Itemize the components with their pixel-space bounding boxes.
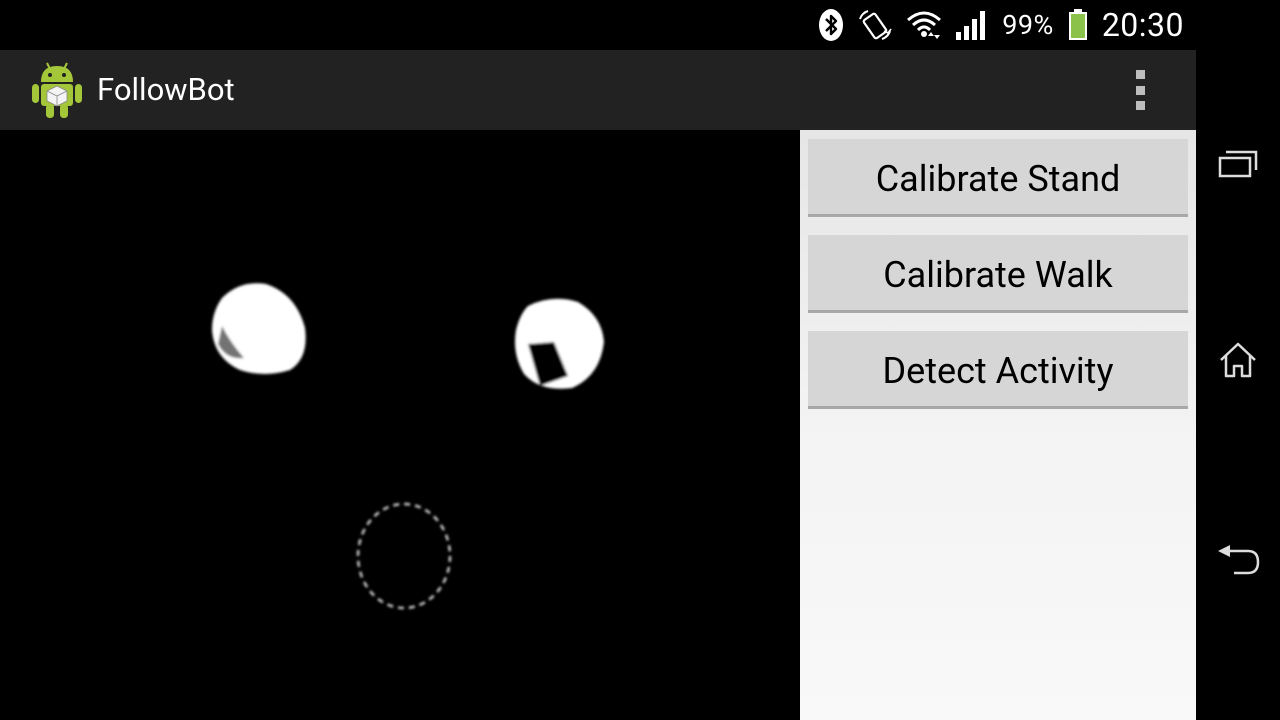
vibrate-rotate-icon	[858, 9, 892, 41]
status-icons: 99% 20:30	[818, 6, 1184, 44]
clock: 20:30	[1101, 6, 1184, 44]
calibrate-walk-button[interactable]: Calibrate Walk	[808, 235, 1188, 313]
control-panel: Calibrate Stand Calibrate Walk Detect Ac…	[800, 130, 1196, 720]
detected-ring	[356, 502, 452, 610]
signal-icon	[956, 10, 988, 40]
detect-activity-button[interactable]: Detect Activity	[808, 331, 1188, 409]
detected-blob-left	[212, 283, 306, 374]
back-icon[interactable]	[1196, 530, 1280, 590]
app-title: FollowBot	[97, 71, 235, 108]
recent-apps-icon[interactable]	[1196, 134, 1280, 194]
wifi-icon	[906, 9, 942, 41]
navigation-bar	[1196, 0, 1280, 720]
action-bar: FollowBot	[0, 50, 1196, 130]
home-icon[interactable]	[1196, 330, 1280, 390]
detected-blob-right	[515, 298, 604, 389]
android-robot-icon[interactable]	[30, 60, 84, 120]
status-bar: 99% 20:30	[0, 0, 1196, 50]
battery-percent: 99%	[1002, 9, 1054, 41]
bluetooth-icon	[818, 8, 844, 42]
calibrate-stand-button[interactable]: Calibrate Stand	[808, 139, 1188, 217]
battery-icon	[1068, 9, 1088, 41]
overflow-menu-icon[interactable]	[1126, 65, 1154, 115]
camera-preview	[0, 130, 800, 720]
